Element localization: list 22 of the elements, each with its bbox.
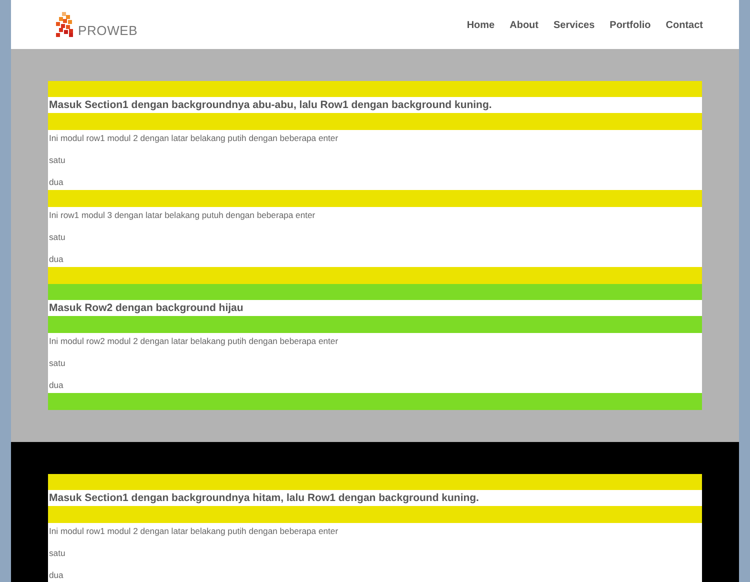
logo-icon bbox=[56, 12, 74, 38]
paragraph: Ini row1 modul 3 dengan latar belakang putuh dengan beberapa enter bbox=[49, 210, 316, 220]
nav-link[interactable]: Contact bbox=[666, 20, 703, 31]
paragraph: Ini modul row2 modul 2 dengan latar belakang putih dengan beberapa enter bbox=[49, 336, 340, 346]
paragraph: satu bbox=[49, 358, 66, 368]
nav-link[interactable]: Home bbox=[466, 20, 495, 31]
logo-text: PROWEB bbox=[78, 24, 138, 38]
module-heading: Masuk Row2 dengan background hijau bbox=[48, 300, 702, 316]
nav-link[interactable]: Portfolio bbox=[610, 20, 651, 31]
nav-link[interactable]: About bbox=[510, 20, 538, 31]
paragraph: satu bbox=[49, 155, 66, 165]
nav-link[interactable]: Services bbox=[554, 20, 595, 31]
paragraph: dua bbox=[49, 380, 64, 390]
module-heading: Masuk Section1 dengan backgroundnya abu-abu, lalu Row1 dengan background kuning. bbox=[48, 97, 702, 113]
paragraph: dua bbox=[49, 570, 64, 580]
paragraph: Ini modul row1 modul 2 dengan latar belakang putih dengan beberapa enter bbox=[49, 133, 340, 143]
paragraph: Ini modul row1 modul 2 dengan latar belakang putih dengan beberapa enter bbox=[49, 526, 340, 536]
paragraph: dua bbox=[49, 254, 64, 264]
paragraph: dua bbox=[49, 177, 64, 187]
module-heading: Masuk Section1 dengan backgroundnya hitam, lalu Row1 dengan background kuning. bbox=[48, 490, 702, 506]
paragraph: satu bbox=[49, 548, 66, 558]
paragraph: satu bbox=[49, 232, 66, 242]
